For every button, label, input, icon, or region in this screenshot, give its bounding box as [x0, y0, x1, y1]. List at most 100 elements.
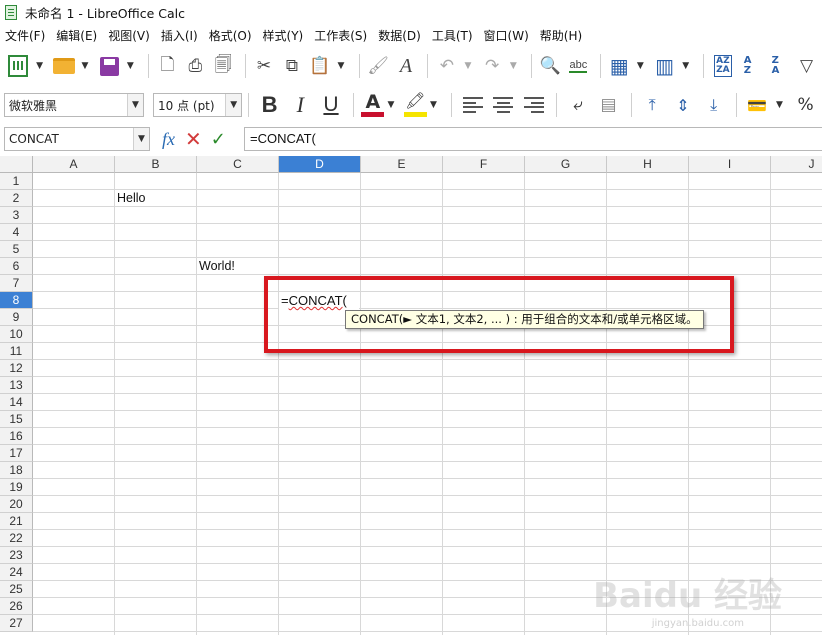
align-bottom-button[interactable]: ⤓ [699, 91, 728, 119]
name-box[interactable]: CONCAT ▼ [4, 127, 150, 151]
row-header-5[interactable]: 5 [0, 241, 33, 258]
row-header-10[interactable]: 10 [0, 326, 33, 343]
align-left-button[interactable] [458, 91, 487, 119]
row-button[interactable]: ▦ [607, 53, 632, 79]
new-spreadsheet-button[interactable] [6, 53, 31, 79]
percent-format-button[interactable]: % [791, 91, 820, 119]
row-header-24[interactable]: 24 [0, 564, 33, 581]
menu-help[interactable]: 帮助(H) [540, 27, 582, 44]
row-header-17[interactable]: 17 [0, 445, 33, 462]
chevron-down-icon[interactable]: ▼ [133, 128, 149, 150]
row-header-6[interactable]: 6 [0, 258, 33, 275]
paste-dropdown-arrow[interactable]: ▼ [335, 53, 346, 79]
row-header-22[interactable]: 22 [0, 530, 33, 547]
align-top-button[interactable]: ⤒ [638, 91, 667, 119]
row-header-19[interactable]: 19 [0, 479, 33, 496]
column-header-f[interactable]: F [443, 156, 525, 173]
sort-button[interactable]: AZ ZA [710, 53, 735, 79]
row-dropdown-arrow[interactable]: ▼ [635, 53, 646, 79]
column-header-i[interactable]: I [689, 156, 771, 173]
clear-formatting-button[interactable]: A [394, 53, 419, 79]
find-replace-button[interactable]: 🔍 [538, 53, 563, 79]
redo-dropdown-arrow[interactable]: ▼ [508, 53, 519, 79]
menu-file[interactable]: 文件(F) [5, 27, 45, 44]
column-header-e[interactable]: E [361, 156, 443, 173]
menu-edit[interactable]: 编辑(E) [56, 27, 97, 44]
menu-data[interactable]: 数据(D) [378, 27, 421, 44]
column-header-a[interactable]: A [33, 156, 115, 173]
font-name-combo[interactable]: 微软雅黑 ▼ [4, 93, 144, 117]
row-header-8[interactable]: 8 [0, 292, 33, 309]
menu-window[interactable]: 窗口(W) [484, 27, 529, 44]
underline-button[interactable]: U [317, 91, 346, 119]
chevron-down-icon[interactable]: ▼ [225, 94, 242, 116]
copy-button[interactable]: ⧉ [279, 53, 304, 79]
sort-descending-button[interactable]: Z A [766, 53, 791, 79]
menu-format[interactable]: 格式(O) [209, 27, 252, 44]
number-format-button[interactable]: 💳 [743, 91, 772, 119]
row-header-4[interactable]: 4 [0, 224, 33, 241]
highlight-dropdown-arrow[interactable]: ▼ [428, 92, 440, 118]
row-header-14[interactable]: 14 [0, 394, 33, 411]
menu-styles[interactable]: 样式(Y) [263, 27, 304, 44]
row-header-12[interactable]: 12 [0, 360, 33, 377]
cut-button[interactable]: ✂ [252, 53, 277, 79]
function-wizard-icon[interactable]: fx [162, 129, 175, 150]
wrap-text-button[interactable]: ⤶ [563, 91, 592, 119]
clone-formatting-button[interactable]: 🖌 [366, 53, 391, 79]
column-header-c[interactable]: C [197, 156, 279, 173]
column-header-d[interactable]: D [279, 156, 361, 173]
redo-button[interactable]: ↷ [480, 53, 505, 79]
undo-dropdown-arrow[interactable]: ▼ [462, 53, 473, 79]
row-header-9[interactable]: 9 [0, 309, 33, 326]
row-header-16[interactable]: 16 [0, 428, 33, 445]
select-all-corner[interactable] [0, 156, 33, 173]
cancel-icon[interactable]: ✕ [185, 127, 202, 151]
sort-ascending-button[interactable]: A Z [738, 53, 763, 79]
spelling-button[interactable]: abc [566, 53, 591, 79]
save-dropdown-arrow[interactable]: ▼ [125, 53, 136, 79]
column-header-g[interactable]: G [525, 156, 607, 173]
row-header-7[interactable]: 7 [0, 275, 33, 292]
bold-button[interactable]: B [255, 91, 284, 119]
row-header-20[interactable]: 20 [0, 496, 33, 513]
column-button[interactable]: ▥ [652, 53, 677, 79]
italic-button[interactable]: I [286, 91, 315, 119]
row-header-26[interactable]: 26 [0, 598, 33, 615]
row-header-23[interactable]: 23 [0, 547, 33, 564]
open-button[interactable] [51, 53, 76, 79]
align-center-button[interactable] [489, 91, 518, 119]
print-preview-button[interactable]: 🗐 [211, 53, 236, 79]
autofilter-button[interactable]: ▽ [794, 53, 819, 79]
row-header-15[interactable]: 15 [0, 411, 33, 428]
print-button[interactable]: ⎙ [183, 53, 208, 79]
row-header-2[interactable]: 2 [0, 190, 33, 207]
accept-icon[interactable]: ✓ [211, 129, 226, 150]
column-dropdown-arrow[interactable]: ▼ [680, 53, 691, 79]
column-header-b[interactable]: B [115, 156, 197, 173]
font-size-combo[interactable]: 10 点 (pt) ▼ [152, 93, 243, 117]
row-header-3[interactable]: 3 [0, 207, 33, 224]
new-dropdown-arrow[interactable]: ▼ [34, 53, 45, 79]
column-header-j[interactable]: J [771, 156, 822, 173]
save-button[interactable] [97, 53, 122, 79]
menu-sheet[interactable]: 工作表(S) [314, 27, 367, 44]
undo-button[interactable]: ↶ [434, 53, 459, 79]
row-header-27[interactable]: 27 [0, 615, 33, 632]
export-pdf-button[interactable]: 🗋 [155, 53, 180, 79]
menu-insert[interactable]: 插入(I) [161, 27, 198, 44]
center-vertically-button[interactable]: ⇕ [669, 91, 698, 119]
open-dropdown-arrow[interactable]: ▼ [79, 53, 90, 79]
spreadsheet-grid[interactable]: A B C D E F G H I J 1 2 3 4 5 6 7 8 9 10 11 12 13 14 15 16 17 18 19 2… [0, 156, 822, 635]
merge-cells-button[interactable]: ▤ [594, 91, 623, 119]
formula-input[interactable]: =CONCAT( [244, 127, 822, 151]
number-format-dropdown-arrow[interactable]: ▼ [774, 92, 786, 118]
row-header-11[interactable]: 11 [0, 343, 33, 360]
highlight-color-button[interactable]: 🖍 [403, 91, 428, 119]
column-header-h[interactable]: H [607, 156, 689, 173]
row-header-25[interactable]: 25 [0, 581, 33, 598]
font-color-button[interactable]: A [360, 91, 385, 119]
chevron-down-icon[interactable]: ▼ [126, 94, 143, 116]
align-right-button[interactable] [520, 91, 549, 119]
paste-button[interactable]: 📋 [307, 53, 332, 79]
